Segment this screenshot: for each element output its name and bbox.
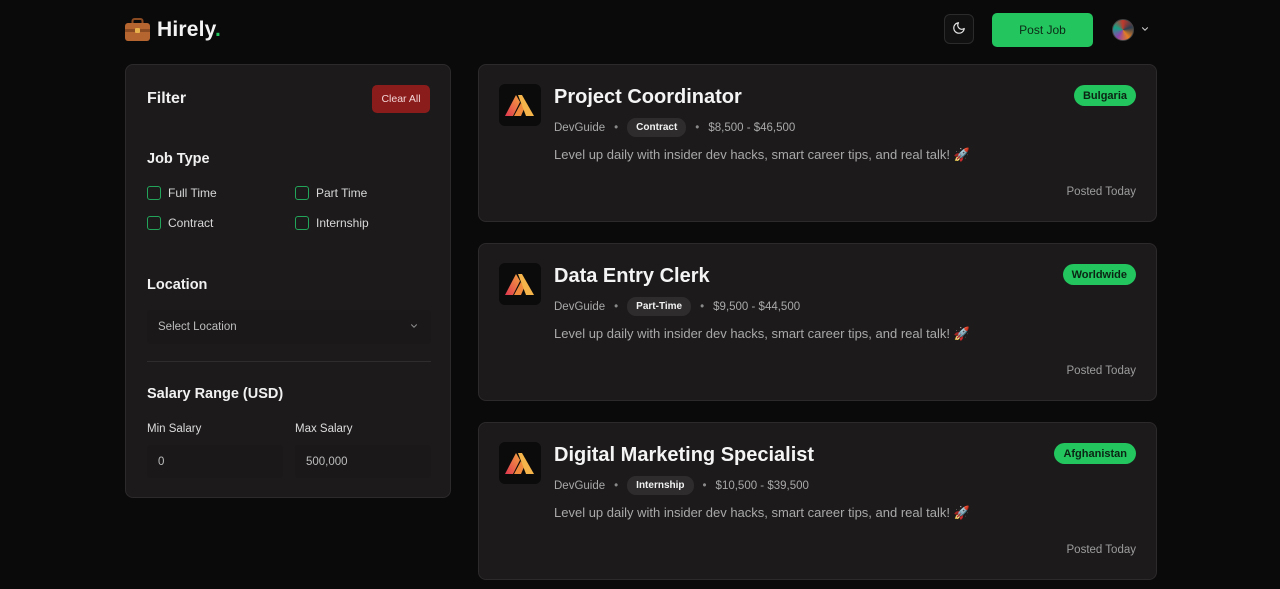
job-meta: DevGuide • Part-Time • $9,500 - $44,500 [554, 297, 800, 316]
checkbox-box[interactable] [295, 186, 309, 200]
job-card[interactable]: Project Coordinator DevGuide • Contract … [478, 64, 1157, 222]
avatar[interactable] [1112, 19, 1134, 41]
company-name: DevGuide [554, 300, 606, 313]
salary-range: $9,500 - $44,500 [713, 300, 801, 313]
job-meta: DevGuide • Contract • $8,500 - $46,500 [554, 118, 795, 137]
posted-date: Posted Today [1066, 544, 1136, 556]
post-job-button[interactable]: Post Job [992, 13, 1093, 47]
theme-toggle-button[interactable] [944, 14, 974, 44]
brand-dot: . [215, 18, 222, 41]
checkbox-contract[interactable]: Contract [147, 216, 213, 230]
job-title[interactable]: Project Coordinator [554, 86, 742, 109]
location-heading: Location [147, 277, 208, 293]
chevron-down-icon[interactable] [1140, 21, 1150, 39]
checkbox-label: Internship [316, 216, 369, 230]
location-select-placeholder: Select Location [158, 321, 237, 333]
job-card[interactable]: Digital Marketing Specialist DevGuide • … [478, 422, 1157, 580]
separator-dot: • [700, 300, 705, 313]
briefcase-icon [124, 18, 151, 42]
job-card[interactable]: Data Entry Clerk DevGuide • Part-Time • … [478, 243, 1157, 401]
job-description: Level up daily with insider dev hacks, s… [554, 505, 970, 520]
separator-dot: • [614, 300, 619, 313]
separator-dot: • [702, 479, 707, 492]
company-logo [499, 84, 541, 126]
location-badge: Bulgaria [1073, 85, 1136, 106]
top-navbar: Hirely. Post Job [0, 0, 1280, 60]
job-description: Level up daily with insider dev hacks, s… [554, 326, 970, 341]
checkbox-box[interactable] [147, 216, 161, 230]
brand-name-text: Hirely [157, 18, 216, 41]
salary-range: $8,500 - $46,500 [708, 121, 796, 134]
salary-range-heading: Salary Range (USD) [147, 386, 284, 402]
separator-dot: • [614, 479, 619, 492]
location-select[interactable]: Select Location [147, 310, 431, 344]
job-type-badge: Part-Time [627, 297, 692, 316]
checkbox-label: Contract [168, 216, 214, 230]
company-name: DevGuide [554, 479, 606, 492]
location-badge: Afghanistan [1054, 443, 1136, 464]
job-title[interactable]: Digital Marketing Specialist [554, 444, 814, 467]
checkbox-label: Full Time [168, 186, 217, 200]
checkbox-box[interactable] [295, 216, 309, 230]
location-badge: Worldwide [1062, 264, 1136, 285]
checkbox-internship[interactable]: Internship [295, 216, 369, 230]
brand-name: Hirely. [157, 18, 221, 42]
job-type-badge: Contract [627, 118, 687, 137]
job-title[interactable]: Data Entry Clerk [554, 265, 710, 288]
max-salary-input[interactable] [295, 445, 431, 478]
job-type-heading: Job Type [147, 151, 210, 167]
min-salary-label: Min Salary [147, 423, 202, 435]
chevron-down-icon [409, 321, 419, 334]
max-salary-label: Max Salary [295, 423, 353, 435]
separator-dot: • [695, 121, 700, 134]
posted-date: Posted Today [1066, 365, 1136, 377]
company-logo [499, 442, 541, 484]
posted-date: Posted Today [1066, 186, 1136, 198]
company-logo [499, 263, 541, 305]
divider [147, 361, 431, 362]
filter-title: Filter [147, 90, 187, 107]
job-description: Level up daily with insider dev hacks, s… [554, 147, 970, 162]
job-meta: DevGuide • Internship • $10,500 - $39,50… [554, 476, 809, 495]
salary-range: $10,500 - $39,500 [715, 479, 809, 492]
checkbox-part-time[interactable]: Part Time [295, 186, 367, 200]
brand-logo[interactable]: Hirely. [124, 16, 221, 44]
filter-panel: Filter Clear All Job Type Full Time Part… [125, 64, 451, 498]
checkbox-full-time[interactable]: Full Time [147, 186, 217, 200]
separator-dot: • [614, 121, 619, 134]
company-name: DevGuide [554, 121, 606, 134]
clear-all-button[interactable]: Clear All [372, 85, 430, 113]
user-menu[interactable] [1112, 18, 1150, 42]
job-type-badge: Internship [627, 476, 694, 495]
checkbox-label: Part Time [316, 186, 368, 200]
moon-icon [952, 21, 966, 38]
min-salary-input[interactable] [147, 445, 283, 478]
checkbox-box[interactable] [147, 186, 161, 200]
